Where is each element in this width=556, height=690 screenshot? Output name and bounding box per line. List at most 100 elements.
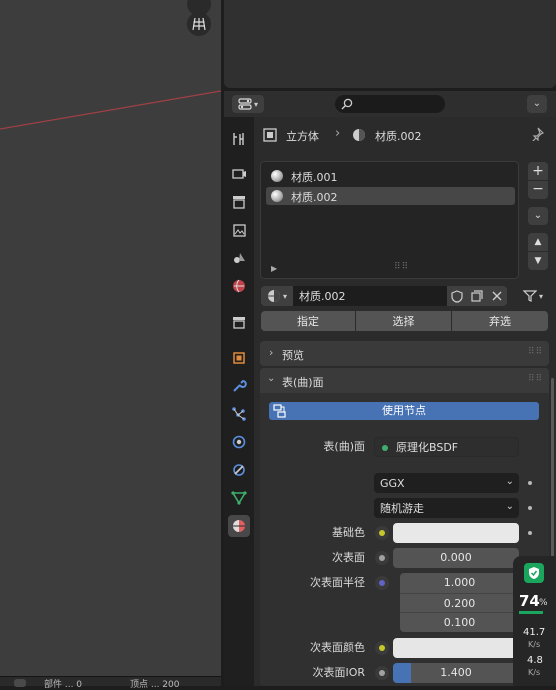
tab-world[interactable] [228,275,250,297]
material-name-field[interactable]: 材质.002 [293,286,447,306]
percent-unit: % [539,598,548,608]
add-slot-button[interactable]: + [528,162,548,180]
distribution-value: GGX [380,476,405,490]
tab-modifiers[interactable] [228,375,250,397]
move-up-button[interactable]: ▲ [528,233,548,251]
constraints-icon [233,464,245,476]
surface-panel-header[interactable]: ⌄ 表(曲)面 ⠿⠿ [260,368,549,393]
subsurface-ior-label: 次表面IOR [312,666,365,679]
subsurface-radius-z[interactable]: 0.100 [400,612,519,632]
socket-link-button[interactable] [375,576,389,590]
surface-shader-field[interactable]: 原理化BSDF [374,437,519,457]
tab-collection[interactable] [228,311,250,333]
surface-shader-value: 原理化BSDF [396,441,459,454]
distribution-dropdown[interactable]: GGX ⌄ [374,473,519,493]
breadcrumb-material[interactable]: 材质.002 [375,128,422,144]
socket-link-button[interactable] [375,666,389,680]
use-nodes-button[interactable]: 使用节点 [269,402,539,420]
properties-header: ▾ ⌄ [224,91,556,117]
move-up-icon: ▲ [534,237,542,247]
preview-panel-header[interactable]: › 预览 ⠿⠿ [260,341,549,366]
3d-viewport[interactable]: 部件 ... 0 顶点 ... 200 [0,0,221,690]
search-input[interactable] [335,95,445,113]
remove-slot-button[interactable]: − [528,181,548,199]
socket-link-button[interactable] [375,551,389,565]
surface-label: 表(曲)面 [323,440,365,453]
list-item[interactable]: 材质.001 [266,167,515,185]
tab-tool[interactable] [228,128,250,150]
subsurface-ior-value: 1.400 [440,666,472,679]
drag-grip-icon[interactable]: ⠿⠿ [528,374,543,384]
close-icon [492,291,502,301]
material-slot-list[interactable]: 材质.001 材质.002 ▶ ⠿⠿ [260,161,519,279]
chevron-down-icon: ▾ [253,99,258,109]
resize-grip-icon[interactable]: ⠿⠿ [394,262,409,272]
move-down-button[interactable]: ▼ [528,252,548,270]
render-icon [232,169,246,179]
viewport-status-strip: 部件 ... 0 顶点 ... 200 [0,676,221,690]
tab-output[interactable] [228,191,250,213]
shield-badge-icon [524,563,544,583]
tab-constraints[interactable] [228,459,250,481]
expand-filter-icon[interactable]: ▶ [271,264,277,273]
keyframe-dot[interactable] [528,506,532,510]
subsurface-radius-y[interactable]: 0.200 [400,593,519,613]
subsurface-ior-slider[interactable]: 1.400 [393,663,519,683]
header-dropdown-button[interactable]: ⌄ [527,95,547,113]
properties-tabs [224,117,254,686]
output-icon [233,196,245,209]
keyframe-dot[interactable] [528,481,532,485]
breadcrumb-object[interactable]: 立方体 [286,128,319,144]
tab-render[interactable] [228,163,250,185]
subsurface-radius-x[interactable]: 1.000 [400,573,519,593]
shader-socket-icon [382,445,388,451]
duplicate-material-button[interactable] [467,286,487,306]
tab-object[interactable] [228,347,250,369]
select-button[interactable]: 选择 [356,311,451,331]
tab-scene[interactable] [228,247,250,269]
deselect-button[interactable]: 弃选 [452,311,548,331]
drag-grip-icon[interactable]: ⠿⠿ [528,347,543,357]
subsurface-method-dropdown[interactable]: 随机游走 ⌄ [374,498,519,518]
top-editor-area[interactable] [224,0,556,88]
chevron-right-icon: › [335,126,341,141]
breadcrumb: 立方体 › 材质.002 [262,124,552,146]
material-browse-button[interactable]: ▾ [261,286,293,306]
properties-scrollbar[interactable] [551,378,554,578]
socket-link-button[interactable] [375,526,389,540]
network-monitor-widget: 74 % 41.7 K/s 4.8 K/s [513,556,556,686]
grid-icon[interactable] [187,12,211,36]
unlink-material-button[interactable] [487,286,507,306]
subsurface-method-value: 随机游走 [380,502,424,515]
keyframe-dot[interactable] [528,531,532,535]
base-color-label: 基础色 [332,526,365,539]
base-color-swatch[interactable] [393,523,519,543]
tab-material[interactable] [228,515,250,537]
tab-particles[interactable] [228,403,250,425]
upload-unit: K/s [528,640,541,649]
chevron-down-icon: ⌄ [505,476,514,487]
socket-link-button[interactable] [375,641,389,655]
tab-data[interactable] [228,487,250,509]
subsurface-field[interactable]: 0.000 [393,548,519,568]
chevron-down-icon: ⌄ [532,98,542,109]
fake-user-button[interactable] [447,286,467,306]
filter-icon [522,290,537,302]
tab-physics[interactable] [228,431,250,453]
material-preview-icon [271,170,283,182]
assign-button[interactable]: 指定 [261,311,355,331]
pin-icon[interactable] [530,127,544,141]
collection-icon [233,317,245,329]
copy-icon [471,290,483,302]
tab-view-layer[interactable] [228,219,250,241]
object-icon [233,352,245,364]
download-unit: K/s [528,668,541,677]
subsurface-color-swatch[interactable] [393,638,519,658]
link-dropdown-button[interactable]: ▾ [518,286,548,306]
editor-type-button[interactable]: ▾ [232,95,264,113]
list-item-selected[interactable]: 材质.002 [266,187,515,205]
view-layer-icon [233,224,246,237]
preview-panel-title: 预览 [282,349,304,362]
remove-icon: − [532,181,544,197]
slot-specials-button[interactable]: ⌄ [528,207,548,225]
